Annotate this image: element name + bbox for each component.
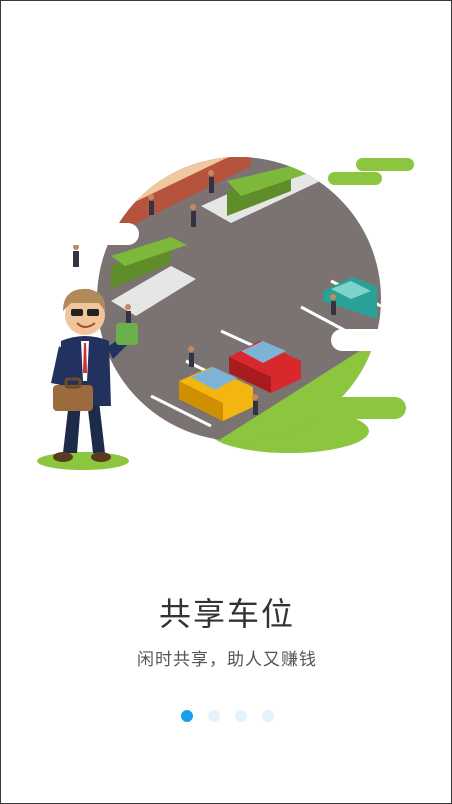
ground-shadow-man bbox=[37, 452, 129, 470]
onboarding-screen: 共享车位 闲时共享，助人又赚钱 bbox=[0, 0, 452, 804]
page-dot-1[interactable] bbox=[180, 710, 193, 722]
parking-lot-illustration bbox=[37, 157, 414, 470]
page-dot-2[interactable] bbox=[207, 710, 220, 722]
onboarding-title: 共享车位 bbox=[158, 595, 295, 633]
page-dot-3[interactable] bbox=[234, 710, 247, 722]
page-dot-4[interactable] bbox=[261, 710, 274, 722]
page-indicator bbox=[1, 710, 451, 722]
onboarding-subtitle: 闲时共享，助人又赚钱 bbox=[137, 650, 317, 670]
